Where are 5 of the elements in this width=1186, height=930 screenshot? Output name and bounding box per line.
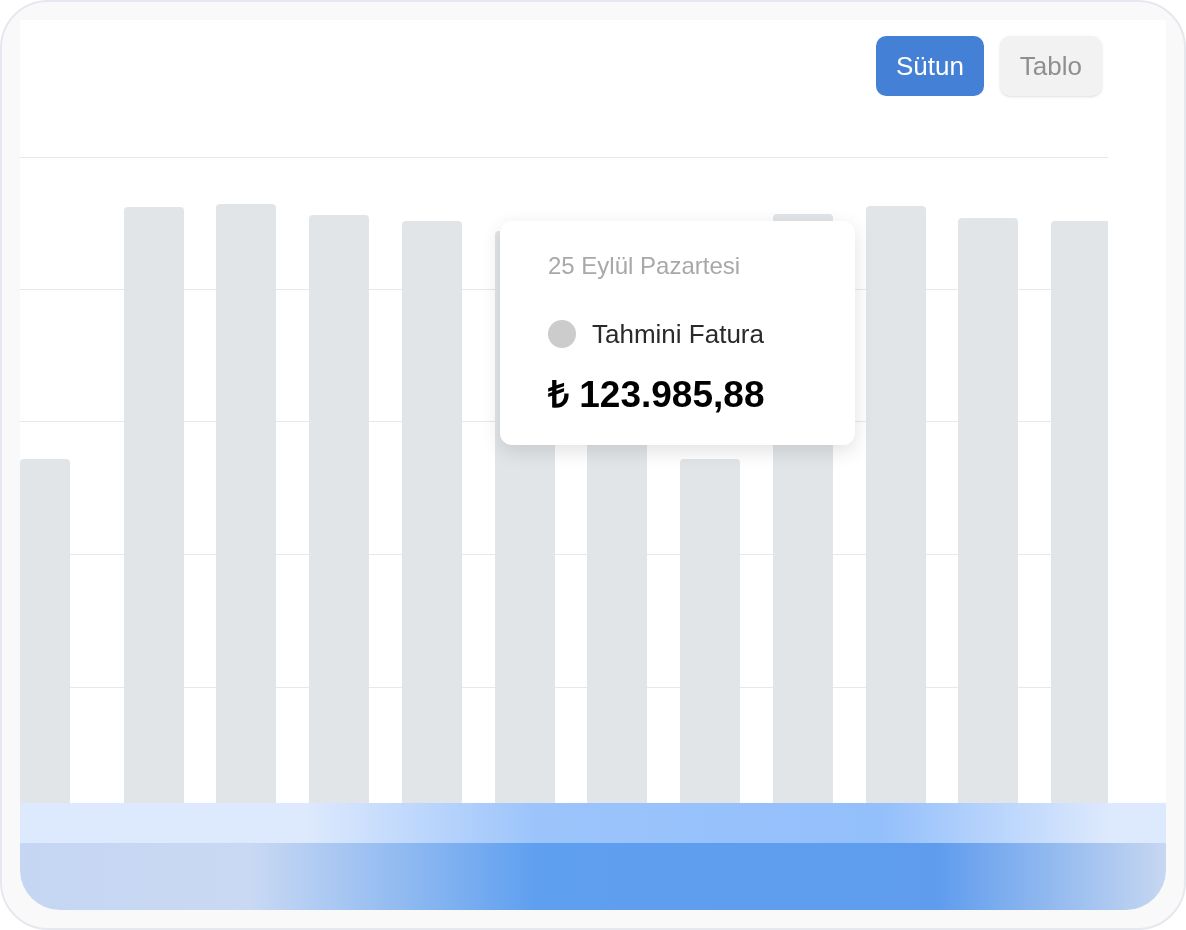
series-name: Tahmini Fatura xyxy=(592,319,764,349)
tooltip-date: 25 Eylül Pazartesi xyxy=(548,251,742,281)
view-tab[interactable]: Sütun xyxy=(875,36,984,96)
tooltip-value: ₺ 123.985,88 xyxy=(548,373,766,417)
view-tab[interactable]: Tablo xyxy=(999,36,1102,96)
